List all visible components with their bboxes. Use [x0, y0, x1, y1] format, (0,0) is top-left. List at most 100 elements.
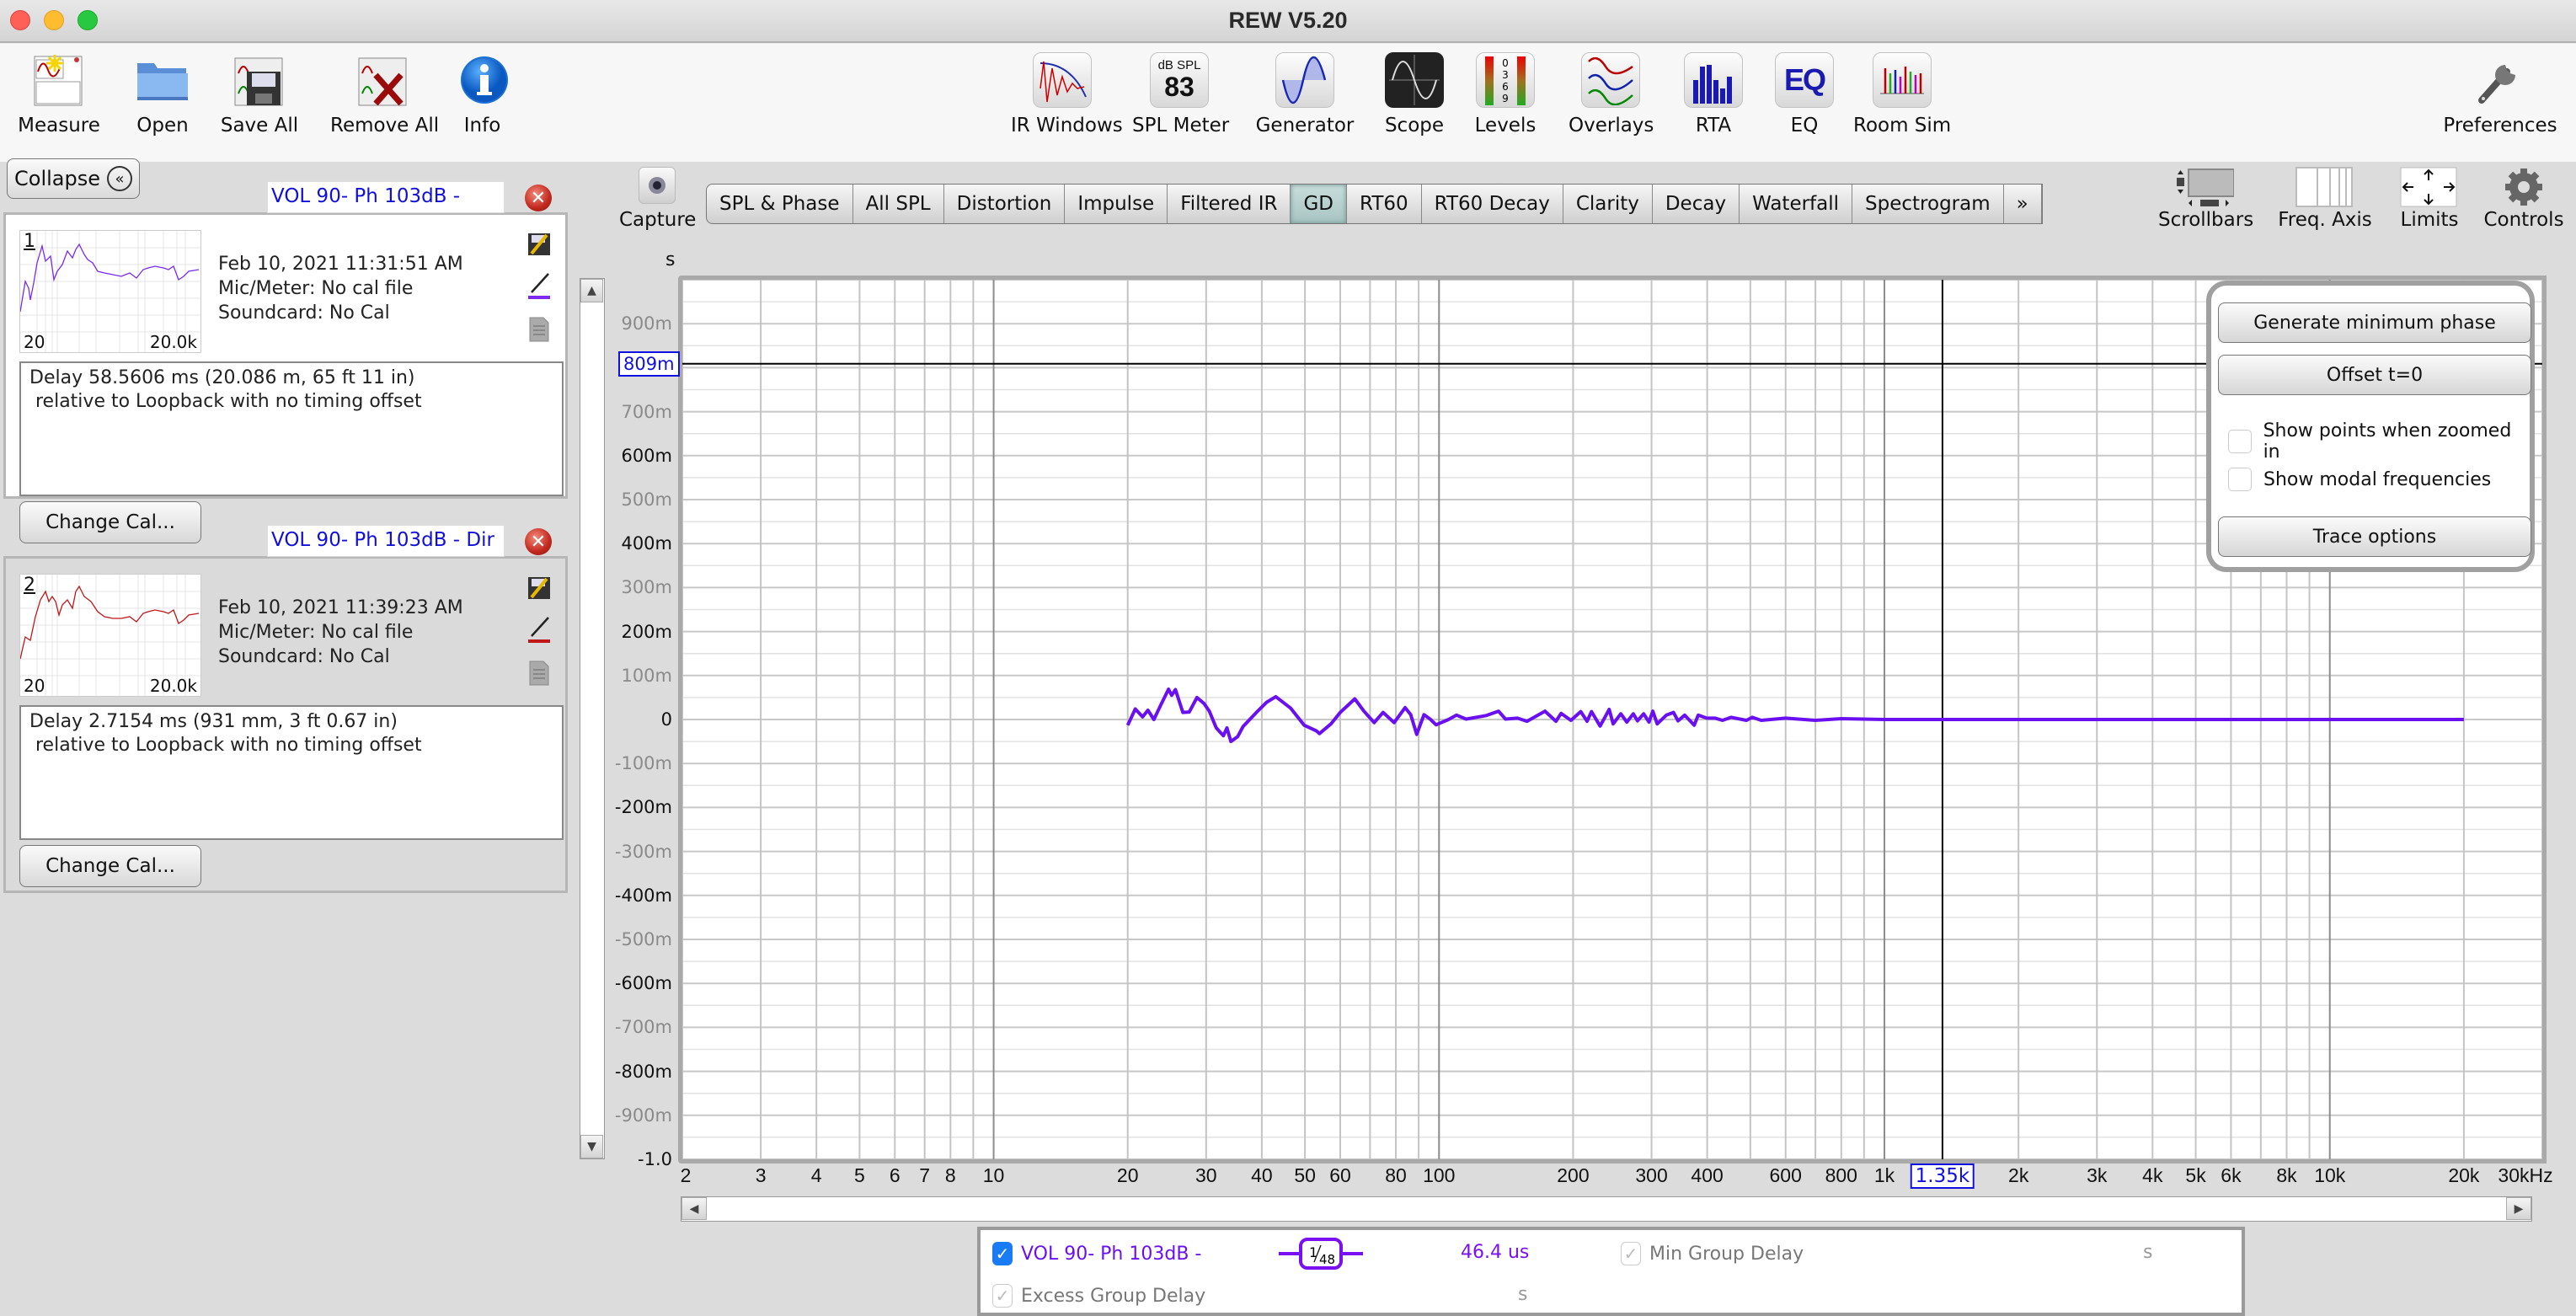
scrollbars-button[interactable]: Scrollbars [2158, 165, 2253, 231]
save-all-icon [230, 52, 289, 108]
checkbox-icon[interactable] [2228, 430, 2252, 453]
legend-trace-item[interactable]: ✓ VOL 90- Ph 103dB - [992, 1242, 1201, 1265]
ir-windows-button[interactable]: IR Windows [1011, 52, 1123, 136]
x-tick-label: 800 [1825, 1164, 1857, 1186]
measure-icon [29, 52, 88, 108]
x-tick-label: 50 [1294, 1164, 1316, 1186]
tab-rt60-decay[interactable]: RT60 Decay [1422, 185, 1563, 223]
y-tick-label: 100m [621, 665, 672, 686]
measurement-panel-2[interactable]: VOL 90- Ph 103dB - Dir ✕ 2 20 20.0k Feb … [3, 525, 568, 893]
levels-icon: 0369 [1476, 52, 1535, 108]
soundcard-cal-status: Soundcard: No Cal [218, 302, 390, 324]
save-measurement-icon[interactable] [526, 575, 552, 601]
tab-gd[interactable]: GD [1291, 185, 1348, 223]
min-group-delay-item[interactable]: ✓ Min Group Delay [1621, 1242, 1804, 1265]
open-button[interactable]: Open [125, 52, 200, 136]
tab-impulse[interactable]: Impulse [1065, 185, 1168, 223]
y-tick-label: 200m [621, 621, 672, 642]
remove-measurement-icon[interactable]: ✕ [525, 185, 552, 211]
min-group-delay-unit: s [2143, 1242, 2153, 1263]
tab-decay[interactable]: Decay [1653, 185, 1740, 223]
x-tick-label: 7 [919, 1164, 931, 1186]
info-button[interactable]: Info [455, 52, 510, 136]
offset-t0-button[interactable]: Offset t=0 [2218, 355, 2531, 395]
horizontal-scrollbar[interactable]: ◀ ▶ [681, 1196, 2532, 1222]
window-title: REW V5.20 [1228, 8, 1348, 33]
y-tick-label: -400m [614, 885, 672, 906]
measurement-date: Feb 10, 2021 11:31:51 AM [218, 254, 463, 275]
x-tick-label: 30kHz [2498, 1164, 2553, 1186]
generator-button[interactable]: Generator [1253, 52, 1356, 136]
levels-button[interactable]: 0369 Levels [1471, 52, 1540, 136]
freq-axis-button[interactable]: Freq. Axis [2274, 165, 2376, 231]
checkbox-checked-icon[interactable]: ✓ [992, 1284, 1013, 1308]
x-tick-label: 3 [755, 1164, 767, 1186]
measurement-notes[interactable]: Delay 2.7154 ms (931 mm, 3 ft 0.67 in) r… [19, 705, 564, 840]
notes-icon[interactable] [526, 660, 552, 686]
main-toolbar: Measure Open Save All Remove All Info IR… [0, 44, 2576, 162]
smoothing-indicator[interactable]: 1 48 [1279, 1237, 1363, 1271]
tab-waterfall[interactable]: Waterfall [1740, 185, 1853, 223]
measurement-notes[interactable]: Delay 58.5606 ms (20.086 m, 65 ft 11 in)… [19, 361, 564, 496]
collapse-button[interactable]: Collapse « [7, 158, 140, 199]
scroll-left-icon[interactable]: ◀ [681, 1197, 707, 1220]
show-points-checkbox[interactable]: Show points when zoomed in [2228, 420, 2530, 463]
change-cal-button[interactable]: Change Cal... [19, 501, 201, 543]
tab-rt60[interactable]: RT60 [1347, 185, 1422, 223]
tab-distortion[interactable]: Distortion [944, 185, 1066, 223]
eq-icon: EQ [1775, 52, 1834, 108]
x-tick-label: 1k [1873, 1164, 1895, 1186]
checkbox-checked-icon[interactable]: ✓ [992, 1242, 1013, 1265]
notes-icon[interactable] [526, 316, 552, 342]
measurement-name-field[interactable]: VOL 90- Ph 103dB - [267, 181, 505, 213]
trace-color-icon[interactable] [526, 272, 552, 299]
tab-spl-phase[interactable]: SPL & Phase [707, 185, 853, 223]
measurement-info: Feb 10, 2021 11:39:23 AM Mic/Meter: No c… [218, 596, 463, 669]
show-modal-checkbox[interactable]: Show modal frequencies [2228, 468, 2491, 491]
room-sim-button[interactable]: Room Sim [1853, 52, 1951, 136]
tab-filtered-ir[interactable]: Filtered IR [1168, 185, 1291, 223]
svg-text:0: 0 [1502, 57, 1509, 69]
ir-windows-icon [1033, 52, 1092, 108]
change-cal-button[interactable]: Change Cal... [19, 845, 201, 887]
preferences-button[interactable]: Preferences [2441, 52, 2559, 136]
tab-more[interactable]: » [2004, 185, 2042, 223]
graph-controls-panel: Generate minimum phase Offset t=0 Show p… [2206, 281, 2535, 572]
folder-icon [133, 52, 192, 108]
measurement-name-field[interactable]: VOL 90- Ph 103dB - Dir [267, 525, 505, 557]
legend-trace-name: VOL 90- Ph 103dB - [1021, 1243, 1202, 1265]
scroll-right-icon[interactable]: ▶ [2506, 1197, 2531, 1220]
spl-meter-button[interactable]: dB SPL 83 SPL Meter [1132, 52, 1229, 136]
x-tick-label: 100 [1423, 1164, 1456, 1186]
trace-options-button[interactable]: Trace options [2218, 516, 2531, 557]
trace-color-icon[interactable] [526, 616, 552, 643]
checkbox-checked-icon[interactable]: ✓ [1621, 1242, 1641, 1265]
controls-button[interactable]: Controls [2482, 165, 2566, 231]
excess-group-delay-item[interactable]: ✓ Excess Group Delay [992, 1284, 1205, 1308]
measurement-panel-1[interactable]: VOL 90- Ph 103dB - ✕ 1 20 20.0k Feb 10, … [3, 181, 568, 543]
eq-button[interactable]: EQ EQ [1771, 52, 1838, 136]
measurement-thumbnail[interactable]: 2 20 20.0k [19, 574, 201, 697]
x-tick-label: 400 [1691, 1164, 1724, 1186]
y-tick-label: 0 [660, 709, 672, 730]
remove-all-button[interactable]: Remove All [330, 52, 439, 136]
scope-button[interactable]: Scope [1380, 52, 1449, 136]
overlays-button[interactable]: Overlays [1569, 52, 1654, 136]
checkbox-icon[interactable] [2228, 468, 2252, 491]
generate-min-phase-button[interactable]: Generate minimum phase [2218, 302, 2531, 343]
y-tick-label: 300m [621, 577, 672, 598]
limits-icon [2392, 165, 2466, 209]
limits-button[interactable]: Limits [2392, 165, 2466, 231]
save-all-button[interactable]: Save All [217, 52, 302, 136]
measure-button[interactable]: Measure [17, 52, 101, 136]
measurement-thumbnail[interactable]: 1 20 20.0k [19, 230, 201, 353]
tab-all-spl[interactable]: All SPL [853, 185, 944, 223]
scrollbars-icon [2158, 165, 2251, 209]
x-tick-label: 6 [889, 1164, 901, 1186]
tab-spectrogram[interactable]: Spectrogram [1852, 185, 2004, 223]
save-measurement-icon[interactable] [526, 232, 552, 257]
x-tick-label: 5k [2185, 1164, 2206, 1186]
remove-measurement-icon[interactable]: ✕ [525, 528, 552, 555]
tab-clarity[interactable]: Clarity [1563, 185, 1653, 223]
rta-button[interactable]: RTA [1680, 52, 1747, 136]
